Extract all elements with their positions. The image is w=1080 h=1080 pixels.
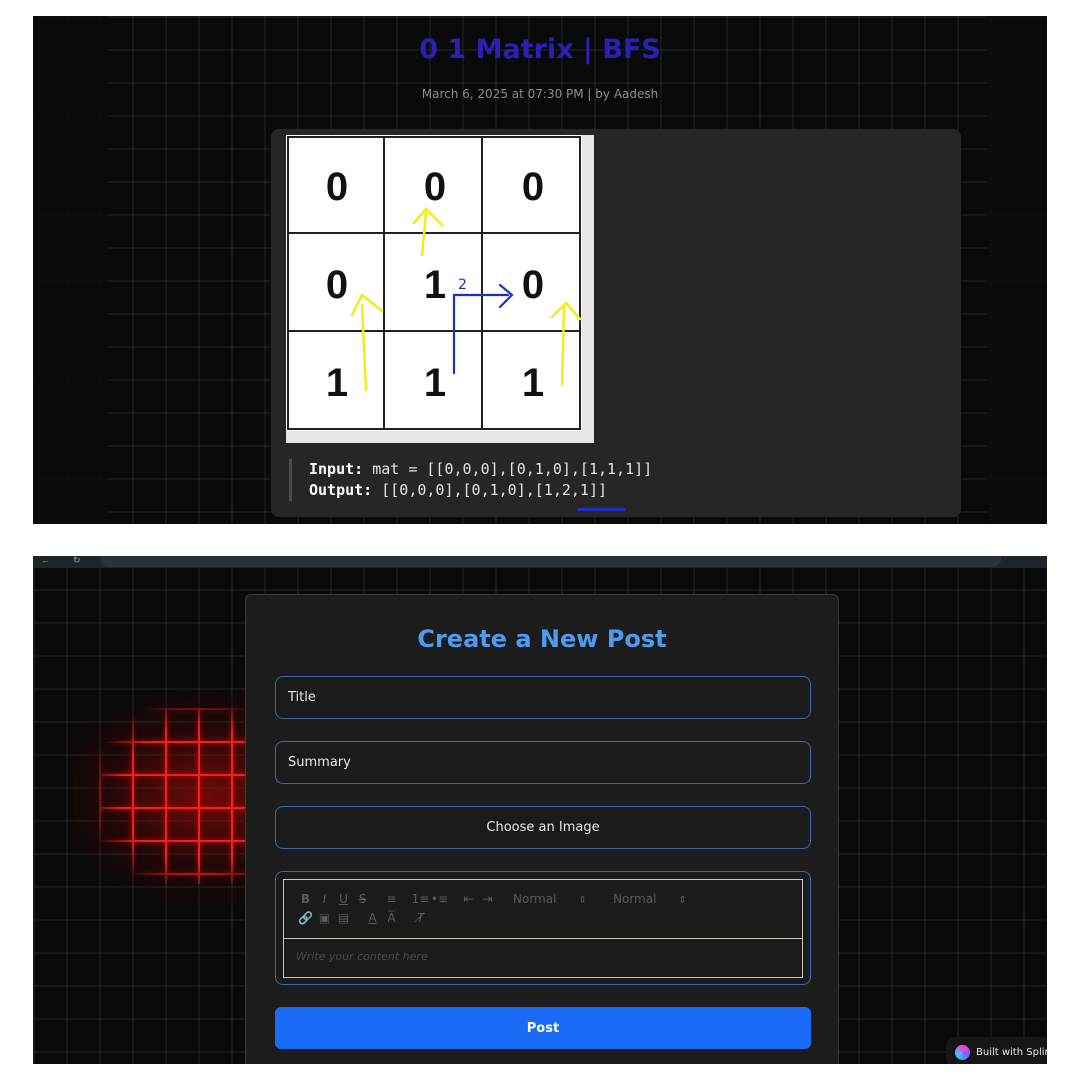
input-label: Input: <box>309 460 364 478</box>
example-io-block: Input: mat = [[0,0,0],[0,1,0],[1,1,1]] O… <box>289 459 652 501</box>
output-label: Output: <box>309 481 373 499</box>
strike-button[interactable]: S <box>353 892 372 906</box>
summary-field[interactable] <box>275 741 811 784</box>
annotation-label: 2 <box>458 277 467 293</box>
matrix-cell-value: 1 <box>326 361 348 405</box>
clear-format-icon[interactable]: T̸ <box>411 911 430 925</box>
align-icon[interactable]: ≡ <box>382 892 401 906</box>
matrix-cell-value: 0 <box>326 165 348 209</box>
create-post-screenshot: ← ↻ Create a New Post Choose an Image B … <box>33 556 1047 1064</box>
choose-image-button[interactable]: Choose an Image <box>275 806 811 849</box>
matrix-cell-value: 0 <box>522 165 544 209</box>
matrix-cell-value: 0 <box>424 165 446 209</box>
form-title: Create a New Post <box>417 625 667 653</box>
reload-icon[interactable]: ↻ <box>73 556 81 565</box>
toolbar-row-2: 🔗 ▣ ▤ A A̅ T̸ <box>296 908 802 927</box>
matrix-illustration: 0 0 0 0 1 0 1 1 1 2 <box>286 135 594 443</box>
example-output-line: Output: [[0,0,0],[0,1,0],[1,2,1]] <box>309 480 652 501</box>
indent-icon[interactable]: ⇥ <box>478 892 497 906</box>
create-post-form: Create a New Post Choose an Image B I U … <box>245 594 839 1064</box>
underline-button[interactable]: U <box>334 892 353 906</box>
browser-bar: ← ↻ <box>33 556 1047 568</box>
video-icon[interactable]: ▤ <box>334 911 353 925</box>
matrix-cell-value: 0 <box>326 263 348 307</box>
select-arrows-icon: ⇕ <box>678 894 687 906</box>
toolbar-row-1: B I U S ≡ 1≡ •≡ ⇤ ⇥ Normal ⇕ Normal ⇕ <box>296 889 802 908</box>
editor-toolbar: B I U S ≡ 1≡ •≡ ⇤ ⇥ Normal ⇕ Normal ⇕ 🔗 … <box>284 880 802 939</box>
title-input[interactable] <box>288 690 810 705</box>
bullet-list-icon[interactable]: •≡ <box>430 892 449 906</box>
link-icon[interactable]: 🔗 <box>296 911 315 925</box>
select-arrows-icon: ⇕ <box>578 894 587 906</box>
red-grid-highlight <box>99 708 264 884</box>
badge-text: Built with Splin <box>976 1046 1047 1058</box>
matrix-cell-value: 0 <box>522 263 544 307</box>
matrix-svg: 0 0 0 0 1 0 1 1 1 2 <box>287 136 582 430</box>
bold-button[interactable]: B <box>296 892 315 906</box>
editor-content-area[interactable]: Write your content here <box>296 950 428 963</box>
outdent-icon[interactable]: ⇤ <box>459 892 478 906</box>
back-icon[interactable]: ← <box>41 556 50 565</box>
blog-post-screenshot: 0 1 Matrix | BFS March 6, 2025 at 07:30 … <box>33 16 1047 524</box>
output-value: [[0,0,0],[0,1,0],[1,2,1]] <box>372 481 608 499</box>
summary-input[interactable] <box>288 755 810 770</box>
text-color-icon[interactable]: A <box>363 911 382 925</box>
rich-text-editor: B I U S ≡ 1≡ •≡ ⇤ ⇥ Normal ⇕ Normal ⇕ 🔗 … <box>283 879 803 978</box>
background-color-icon[interactable]: A̅ <box>382 911 401 925</box>
image-icon[interactable]: ▣ <box>315 911 334 925</box>
input-value: mat = [[0,0,0],[0,1,0],[1,1,1]] <box>363 460 653 478</box>
size-select-value: Normal <box>613 891 657 906</box>
header-select-value: Normal <box>513 891 557 906</box>
italic-button[interactable]: I <box>315 892 334 906</box>
post-content-card: 0 0 0 0 1 0 1 1 1 2 Input: mat = [[0,0,0],[0,1,0… <box>271 129 961 517</box>
spline-logo-icon <box>955 1044 970 1060</box>
highlight-underline <box>577 508 625 511</box>
built-with-spline-badge[interactable]: Built with Splin <box>946 1037 1047 1064</box>
matrix-cell-value: 1 <box>424 361 446 405</box>
ordered-list-icon[interactable]: 1≡ <box>411 892 430 906</box>
rich-text-editor-container: B I U S ≡ 1≡ •≡ ⇤ ⇥ Normal ⇕ Normal ⇕ 🔗 … <box>275 871 811 985</box>
matrix-cell-value: 1 <box>522 361 544 405</box>
matrix-cell-value: 1 <box>424 263 446 307</box>
size-select[interactable]: Normal ⇕ <box>607 892 707 906</box>
post-meta: March 6, 2025 at 07:30 PM | by Aadesh <box>421 87 659 101</box>
example-input-line: Input: mat = [[0,0,0],[0,1,0],[1,1,1]] <box>309 459 652 480</box>
post-title: 0 1 Matrix | BFS <box>419 34 661 65</box>
post-button[interactable]: Post <box>275 1007 811 1049</box>
title-field[interactable] <box>275 676 811 719</box>
header-select[interactable]: Normal ⇕ <box>507 892 607 906</box>
address-bar[interactable] <box>101 556 1001 567</box>
